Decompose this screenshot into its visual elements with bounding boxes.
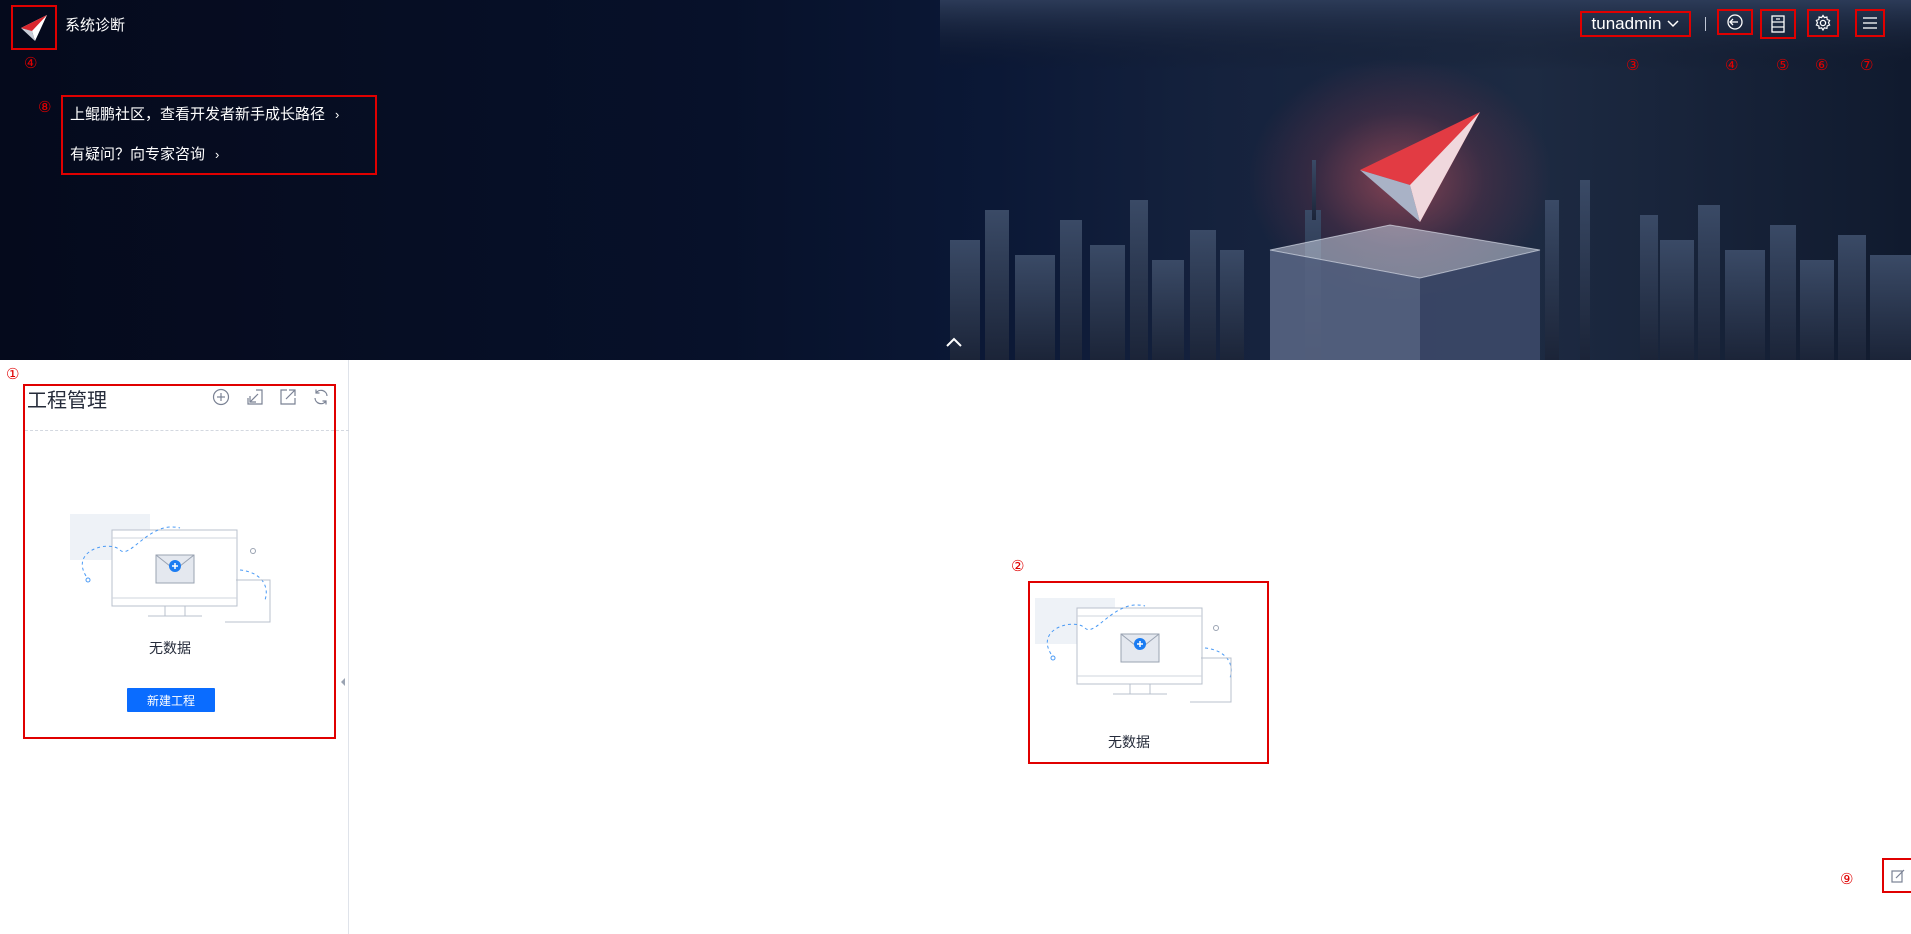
chevron-right-icon: › — [215, 147, 220, 162]
add-project-button[interactable] — [211, 387, 231, 407]
annotation-marker: ④ — [24, 54, 38, 72]
city-illustration — [940, 0, 1911, 360]
collapse-banner-button[interactable] — [944, 334, 964, 350]
header-divider — [1705, 17, 1706, 31]
annotation-marker: ⑤ — [1776, 56, 1790, 74]
community-link-label: 上鲲鹏社区，查看开发者新手成长路径 — [70, 106, 326, 123]
gear-icon — [1815, 14, 1831, 32]
annotation-marker: ⑧ — [38, 98, 52, 116]
empty-state-illustration — [70, 514, 271, 623]
splitter-handle[interactable] — [340, 676, 346, 688]
annotation-marker: ⑨ — [1840, 870, 1854, 888]
empty-state-text: 无数据 — [1108, 734, 1150, 750]
menu-icon — [1863, 17, 1877, 29]
refresh-icon — [314, 389, 328, 405]
chevron-down-icon — [1667, 20, 1679, 28]
import-icon — [247, 389, 263, 405]
logout-icon — [1727, 14, 1743, 30]
username: tunadmin — [1591, 14, 1662, 33]
annotation-marker: ③ — [1626, 56, 1640, 74]
annotation-marker: ④ — [1725, 56, 1739, 74]
add-circle-icon — [212, 388, 230, 406]
expert-link[interactable]: 有疑问？向专家咨询 › — [70, 143, 219, 164]
edit-feedback-icon — [1890, 869, 1904, 883]
server-icon — [1771, 15, 1785, 33]
community-link[interactable]: 上鲲鹏社区，查看开发者新手成长路径 › — [70, 103, 339, 124]
refresh-button[interactable] — [311, 387, 331, 407]
menu-button[interactable] — [1855, 9, 1885, 37]
annotation-marker: ⑦ — [1860, 56, 1874, 74]
panel-header-divider — [25, 430, 349, 431]
user-dropdown[interactable]: tunadmin — [1580, 11, 1691, 37]
app-root: 系统诊断 ④ ⑧ 上鲲鹏社区，查看开发者新手成长路径 › 有疑问？向专家咨询 › t… — [0, 0, 1911, 934]
import-project-button[interactable] — [245, 387, 265, 407]
feedback-button[interactable] — [1882, 858, 1911, 893]
empty-state-text: 无数据 — [149, 640, 191, 656]
caret-left-icon — [341, 678, 345, 686]
new-project-button[interactable]: 新建工程 — [127, 688, 215, 712]
logout-button[interactable] — [1717, 9, 1753, 35]
annotation-marker: ① — [6, 365, 20, 383]
annotation-marker: ② — [1011, 557, 1025, 575]
app-title: 系统诊断 — [65, 17, 126, 34]
kunpeng-logo-icon — [21, 14, 47, 41]
panel-title: 工程管理 — [27, 390, 107, 412]
annotation-marker: ⑥ — [1815, 56, 1829, 74]
export-project-button[interactable] — [278, 387, 298, 407]
settings-button[interactable] — [1807, 9, 1839, 37]
chevron-right-icon: › — [335, 107, 340, 122]
community-links: 上鲲鹏社区，查看开发者新手成长路径 › 有疑问？向专家咨询 › — [61, 95, 377, 175]
export-icon — [280, 389, 296, 405]
expert-link-label: 有疑问？向专家咨询 — [70, 146, 206, 163]
chevron-up-icon — [946, 337, 962, 347]
server-button[interactable] — [1760, 9, 1796, 39]
header-banner: 系统诊断 ④ ⑧ 上鲲鹏社区，查看开发者新手成长路径 › 有疑问？向专家咨询 › t… — [0, 0, 1911, 360]
empty-state-illustration — [1035, 598, 1232, 703]
left-panel-divider — [348, 360, 349, 934]
logo-button[interactable] — [11, 5, 57, 50]
